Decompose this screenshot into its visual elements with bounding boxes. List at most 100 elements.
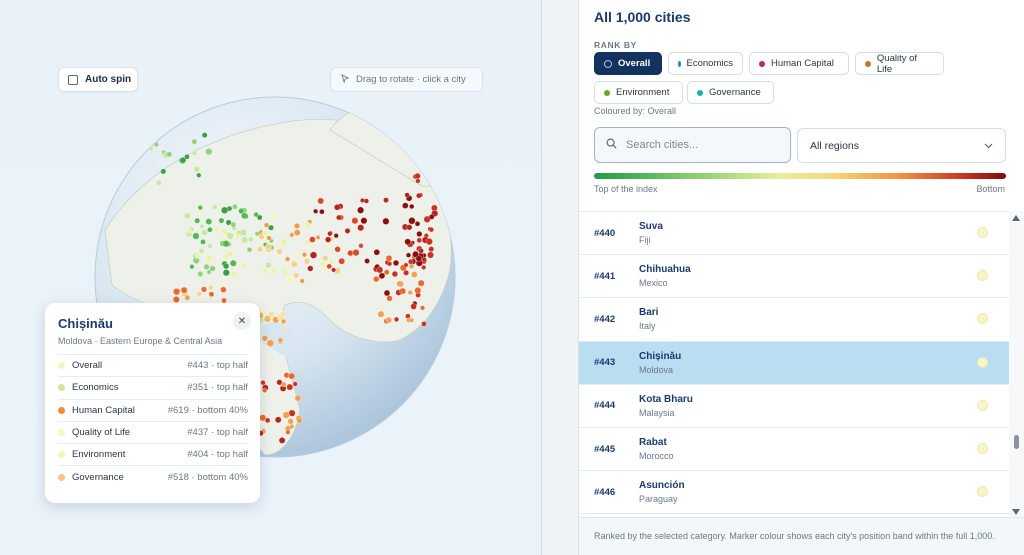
city-marker[interactable] [428, 175, 433, 181]
city-marker[interactable] [281, 269, 289, 276]
city-marker[interactable] [155, 180, 162, 186]
city-marker[interactable] [417, 279, 425, 287]
city-marker[interactable] [132, 135, 139, 141]
city-marker[interactable] [406, 224, 413, 231]
city-marker[interactable] [230, 221, 237, 228]
city-marker[interactable] [160, 168, 167, 175]
city-marker[interactable] [385, 254, 393, 262]
city-marker[interactable] [232, 203, 238, 210]
city-marker[interactable] [226, 232, 234, 240]
city-marker[interactable] [199, 223, 205, 229]
city-marker[interactable] [218, 217, 225, 224]
city-marker[interactable] [220, 286, 227, 293]
city-marker[interactable] [428, 246, 435, 253]
city-marker[interactable] [260, 380, 266, 386]
city-marker[interactable] [416, 192, 422, 199]
city-marker[interactable] [193, 166, 201, 173]
city-marker[interactable] [333, 233, 339, 239]
city-marker[interactable] [313, 208, 319, 214]
city-marker[interactable] [292, 381, 298, 387]
city-list-item[interactable]: #443 Chișinău Moldova [579, 341, 1009, 385]
city-marker[interactable] [197, 205, 203, 211]
city-marker[interactable] [425, 238, 433, 246]
city-marker[interactable] [173, 288, 181, 296]
city-marker[interactable] [319, 260, 326, 267]
city-marker[interactable] [293, 272, 299, 279]
city-marker[interactable] [419, 305, 426, 311]
city-marker[interactable] [408, 217, 416, 225]
city-marker[interactable] [276, 248, 283, 255]
city-marker[interactable] [191, 150, 198, 156]
city-marker[interactable] [412, 250, 419, 258]
city-marker[interactable] [221, 228, 228, 235]
city-marker[interactable] [324, 236, 332, 243]
city-marker[interactable] [192, 232, 200, 240]
city-marker[interactable] [287, 418, 294, 425]
city-marker[interactable] [408, 263, 415, 269]
city-marker[interactable] [409, 317, 415, 323]
city-marker[interactable] [294, 394, 302, 402]
city-marker[interactable] [338, 257, 346, 265]
city-marker[interactable] [357, 206, 365, 214]
city-marker[interactable] [410, 303, 417, 310]
city-marker[interactable] [263, 222, 270, 228]
city-list-item[interactable]: #440 Suva Fiji [579, 212, 1009, 256]
city-marker[interactable] [229, 259, 237, 267]
city-marker[interactable] [407, 258, 414, 265]
city-list-item[interactable]: #444 Kota Bharu Malaysia [579, 385, 1009, 428]
city-marker[interactable] [428, 227, 435, 233]
city-marker[interactable] [186, 227, 193, 234]
city-marker[interactable] [166, 151, 173, 158]
list-scrollbar[interactable] [1009, 211, 1024, 517]
city-marker[interactable] [288, 372, 296, 380]
city-marker[interactable] [256, 246, 264, 253]
city-marker[interactable] [269, 211, 277, 219]
city-marker[interactable] [299, 278, 305, 284]
city-marker[interactable] [416, 237, 423, 244]
city-marker[interactable] [404, 192, 410, 198]
city-marker[interactable] [278, 437, 286, 444]
city-marker[interactable] [148, 145, 154, 152]
city-marker[interactable] [326, 263, 332, 270]
city-marker[interactable] [327, 231, 333, 237]
city-marker[interactable] [208, 291, 215, 298]
city-marker[interactable] [203, 263, 210, 270]
scroll-up-icon[interactable] [1012, 215, 1020, 221]
city-marker[interactable] [292, 251, 298, 256]
city-marker[interactable] [265, 261, 272, 269]
city-marker[interactable] [414, 286, 422, 294]
city-marker[interactable] [411, 271, 418, 278]
city-marker[interactable] [383, 269, 390, 276]
city-marker[interactable] [214, 226, 220, 233]
city-marker[interactable] [392, 259, 400, 267]
city-marker[interactable] [222, 262, 230, 270]
city-marker[interactable] [193, 252, 201, 259]
city-list-item[interactable]: #442 Bari Italy [579, 298, 1009, 342]
rank-pill-environment[interactable]: Environment [594, 81, 683, 104]
city-marker[interactable] [179, 157, 187, 164]
city-marker[interactable] [322, 254, 329, 262]
scroll-thumb[interactable] [1014, 435, 1019, 449]
city-marker[interactable] [377, 310, 385, 318]
city-marker[interactable] [286, 276, 294, 283]
city-marker[interactable] [309, 251, 318, 259]
city-marker[interactable] [296, 417, 303, 424]
city-marker[interactable] [290, 260, 298, 268]
city-marker[interactable] [285, 256, 291, 262]
city-marker[interactable] [414, 221, 421, 227]
auto-spin-toggle[interactable]: Auto spin [58, 67, 138, 92]
city-marker[interactable] [222, 240, 230, 248]
city-marker[interactable] [280, 238, 288, 246]
city-marker[interactable] [421, 264, 427, 270]
rank-pill-economics[interactable]: Economics [668, 52, 743, 75]
city-marker[interactable] [198, 248, 205, 254]
city-marker[interactable] [415, 178, 421, 184]
city-marker[interactable] [428, 175, 435, 183]
city-marker[interactable] [405, 252, 412, 258]
city-marker[interactable] [286, 383, 294, 391]
city-marker[interactable] [180, 286, 188, 294]
city-marker[interactable] [293, 222, 301, 230]
city-marker[interactable] [205, 148, 213, 156]
city-marker[interactable] [197, 271, 204, 277]
checkbox-icon[interactable] [68, 74, 78, 85]
